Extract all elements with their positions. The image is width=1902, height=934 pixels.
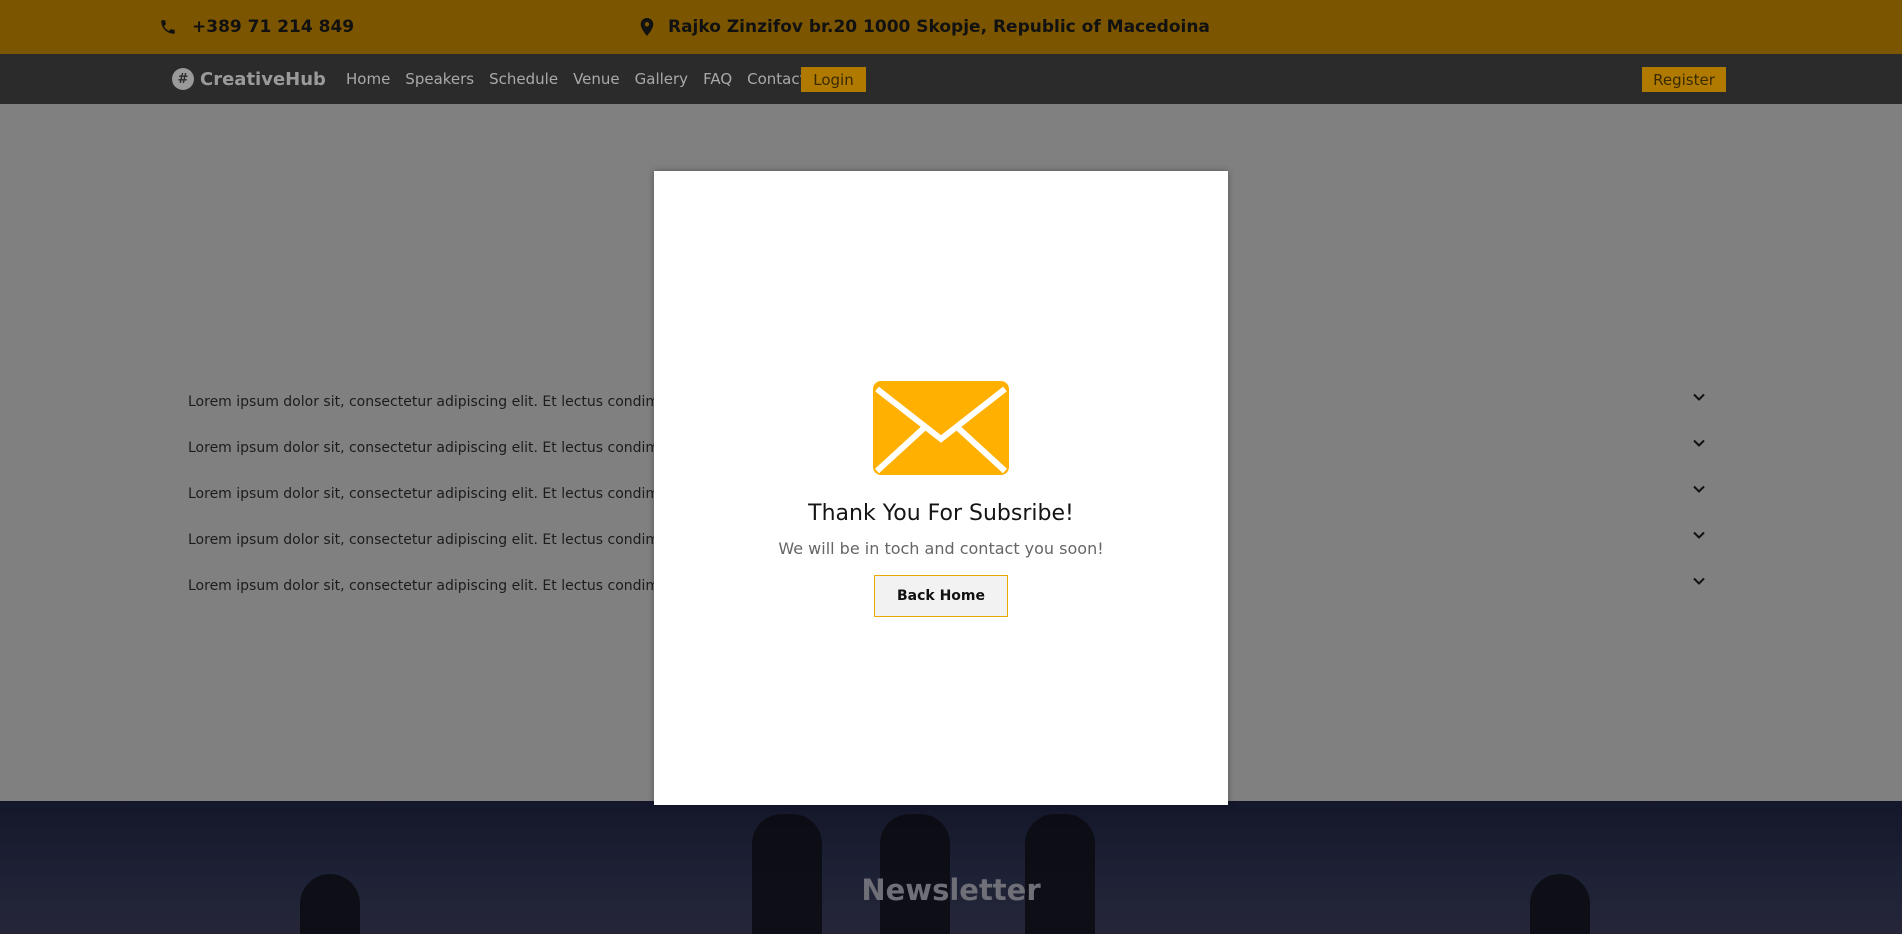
map-pin-icon: [640, 18, 654, 36]
envelope-icon: [873, 381, 1009, 475]
nav-item-home[interactable]: Home: [346, 70, 390, 88]
faq-question: Lorem ipsum dolor sit, consectetur adipi…: [188, 532, 658, 548]
chevron-down-icon[interactable]: [1692, 482, 1706, 496]
phone-icon: [161, 20, 175, 34]
nav-menu: Home Speakers Schedule Venue Gallery FAQ…: [346, 54, 821, 104]
faq-question: Lorem ipsum dolor sit, consectetur adipi…: [188, 394, 658, 410]
phone-info: +389 71 214 849: [158, 0, 354, 54]
modal-message: We will be in toch and contact you soon!: [778, 539, 1104, 558]
chevron-down-icon[interactable]: [1692, 436, 1706, 450]
nav-item-schedule[interactable]: Schedule: [489, 70, 558, 88]
chevron-down-icon[interactable]: [1692, 574, 1706, 588]
login-button[interactable]: Login: [801, 67, 866, 92]
modal-title: Thank You For Subsribe!: [808, 501, 1074, 526]
newsletter-section: Newsletter: [0, 801, 1902, 934]
logo-text: CreativeHub: [200, 68, 326, 90]
phone-number: +389 71 214 849: [192, 17, 355, 37]
newsletter-title: Newsletter: [861, 873, 1041, 907]
address-info: Rajko Zinzifov br.20 1000 Skopje, Republ…: [640, 0, 1210, 54]
nav-item-faq[interactable]: FAQ: [703, 70, 732, 88]
chevron-down-icon[interactable]: [1692, 528, 1706, 542]
address-text: Rajko Zinzifov br.20 1000 Skopje, Republ…: [668, 17, 1210, 37]
nav-item-speakers[interactable]: Speakers: [405, 70, 474, 88]
back-home-button[interactable]: Back Home: [874, 575, 1008, 617]
top-info-bar: +389 71 214 849 Rajko Zinzifov br.20 100…: [0, 0, 1902, 54]
faq-question: Lorem ipsum dolor sit, consectetur adipi…: [188, 440, 658, 456]
main-navbar: # CreativeHub Home Speakers Schedule Ven…: [0, 54, 1902, 104]
nav-item-contact[interactable]: Contact: [747, 70, 805, 88]
faq-question: Lorem ipsum dolor sit, consectetur adipi…: [188, 486, 658, 502]
subscribe-success-modal: Thank You For Subsribe! We will be in to…: [654, 171, 1228, 805]
logo-icon: #: [172, 68, 194, 90]
faq-question: Lorem ipsum dolor sit, consectetur adipi…: [188, 578, 658, 594]
chevron-down-icon[interactable]: [1692, 390, 1706, 404]
nav-item-venue[interactable]: Venue: [573, 70, 620, 88]
nav-item-gallery[interactable]: Gallery: [635, 70, 688, 88]
register-button[interactable]: Register: [1642, 67, 1726, 92]
logo[interactable]: # CreativeHub: [172, 54, 326, 104]
